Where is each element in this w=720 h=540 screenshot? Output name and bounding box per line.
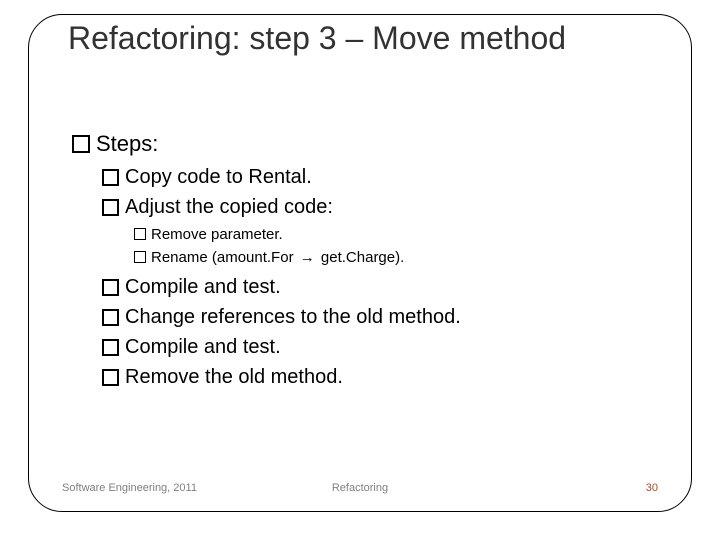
- square-bullet-icon: [102, 339, 119, 356]
- square-bullet-icon: [134, 251, 146, 263]
- slide-title: Refactoring: step 3 – Move method: [68, 20, 628, 58]
- slide-number: 30: [646, 482, 658, 494]
- square-bullet-icon: [134, 228, 146, 240]
- square-bullet-icon: [102, 309, 119, 326]
- bullet-rename: Rename (amount.For → get.Charge).: [134, 247, 652, 268]
- square-bullet-icon: [102, 169, 119, 186]
- square-bullet-icon: [102, 279, 119, 296]
- bullet-remove-old: Remove the old method.: [102, 364, 652, 390]
- bullet-text: Remove parameter.: [151, 224, 283, 245]
- bullet-text: Compile and test.: [125, 274, 281, 300]
- bullet-change-refs: Change references to the old method.: [102, 304, 652, 330]
- bullet-text: Copy code to Rental.: [125, 164, 312, 190]
- bullet-remove-param: Remove parameter.: [134, 224, 652, 245]
- footer-left: Software Engineering, 2011: [62, 482, 197, 494]
- arrow-icon: →: [298, 249, 317, 266]
- slide: Refactoring: step 3 – Move method Steps:…: [0, 0, 720, 540]
- bullet-adjust-code: Adjust the copied code:: [102, 194, 652, 220]
- bullet-text: Rename (amount.For → get.Charge).: [151, 247, 404, 268]
- bullet-text: Remove the old method.: [125, 364, 343, 390]
- rename-text-b: get.Charge).: [317, 249, 405, 266]
- bullet-compile-test-1: Compile and test.: [102, 274, 652, 300]
- bullet-text: Adjust the copied code:: [125, 194, 333, 220]
- bullet-compile-test-2: Compile and test.: [102, 334, 652, 360]
- bullet-text: Change references to the old method.: [125, 304, 461, 330]
- bullet-text: Steps:: [96, 130, 158, 158]
- compile-text: Compile and test.: [125, 276, 281, 298]
- bullet-text: Compile and test.: [125, 334, 281, 360]
- square-bullet-icon: [102, 369, 119, 386]
- rename-text-a: Rename (amount.For: [151, 249, 298, 266]
- square-bullet-icon: [72, 135, 90, 153]
- slide-content: Steps: Copy code to Rental. Adjust the c…: [72, 130, 652, 394]
- bullet-copy-code: Copy code to Rental.: [102, 164, 652, 190]
- bullet-steps: Steps:: [72, 130, 652, 158]
- square-bullet-icon: [102, 199, 119, 216]
